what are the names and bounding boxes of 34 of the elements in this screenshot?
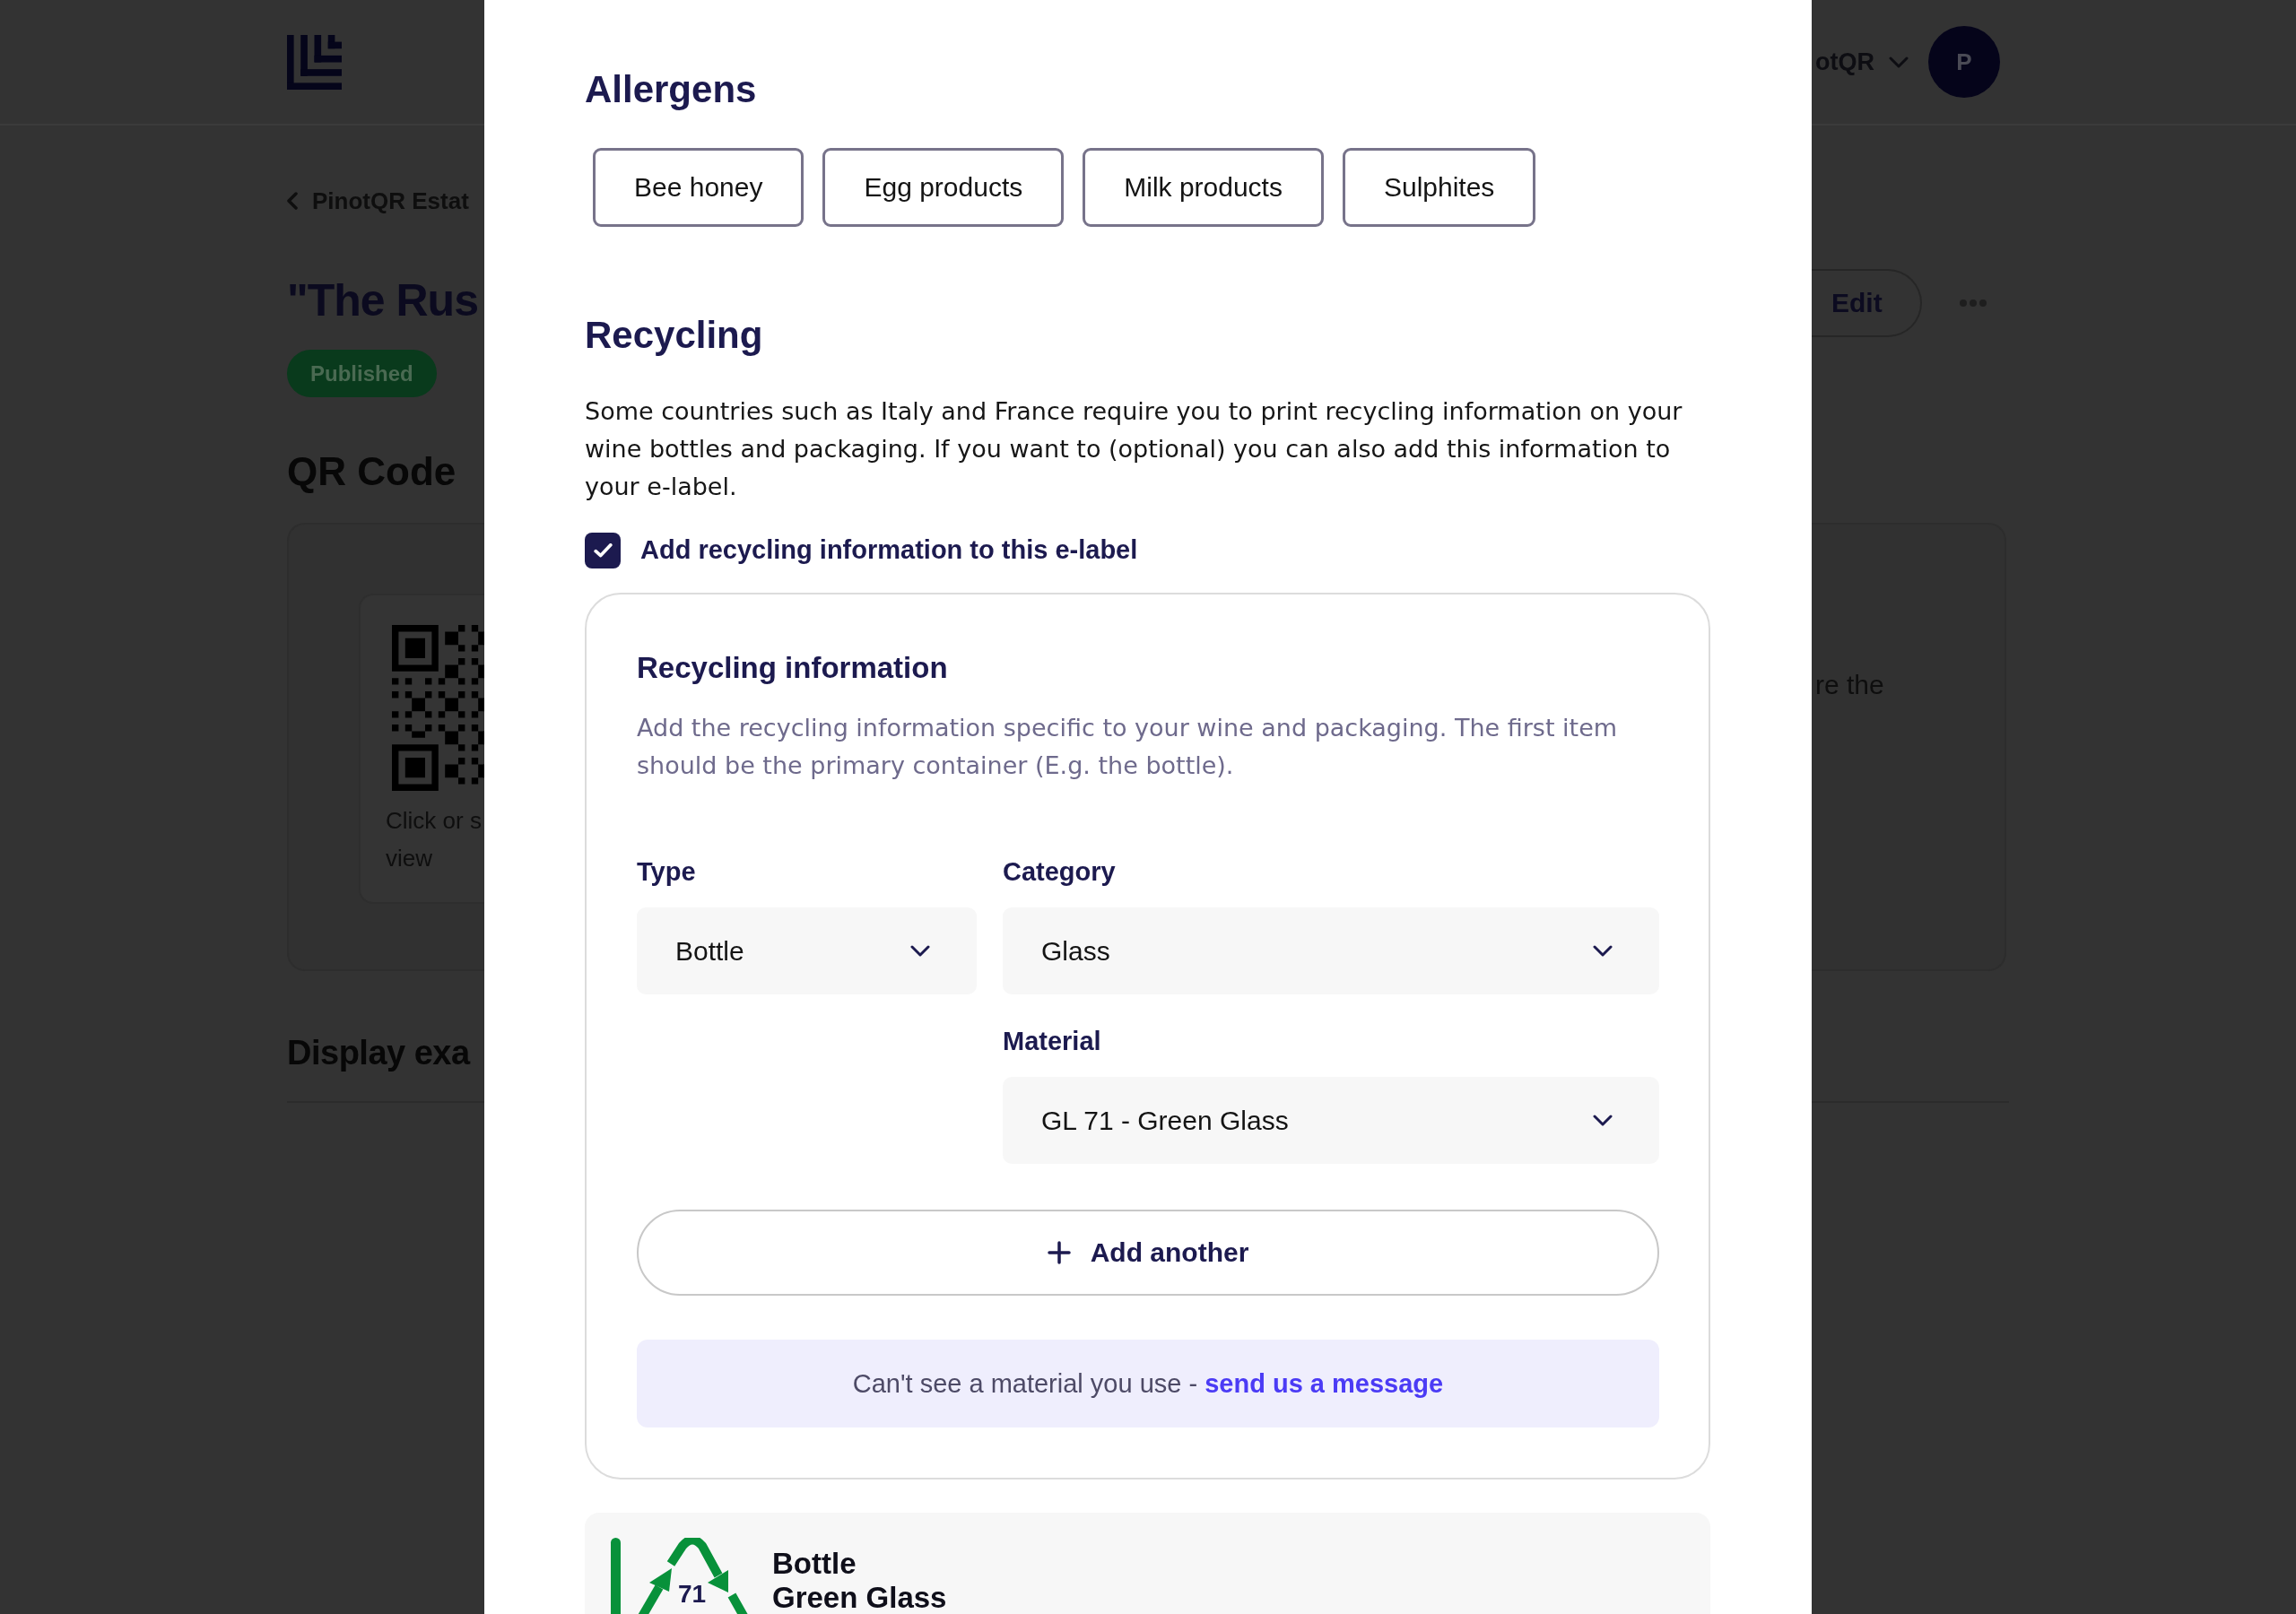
status-badge: Published: [287, 350, 437, 397]
chevron-down-icon: [910, 945, 930, 957]
chevron-down-icon: [1593, 945, 1613, 957]
card-description: Add the recycling information specific to your wine and packaging. The first item should be the primary container (E.g. the bottle).: [637, 713, 1619, 781]
chevron-down-icon: [1593, 1115, 1613, 1126]
send-message-link[interactable]: send us a message: [1205, 1368, 1444, 1398]
field-label: Material: [1003, 1026, 1101, 1057]
checkmark-icon: [593, 542, 613, 558]
recycling-icon: [637, 1538, 748, 1614]
add-another-button[interactable]: Add another: [637, 1210, 1659, 1296]
section-heading: Recycling: [585, 314, 763, 357]
notice-text: Can't see a material you use - send us a message: [852, 1368, 1444, 1399]
field-label: Category: [1003, 856, 1116, 888]
chevron-down-icon: [1889, 56, 1909, 68]
recycling-description: Some countries such as Italy and France require you to print recycling information on your wine bottles and packaging. If you want to (optional) you can also add this information to your e-label.: [585, 396, 1683, 502]
section-heading: Allergens: [585, 68, 757, 111]
recycling-code: 71: [678, 1582, 707, 1607]
card-title: Recycling information: [637, 650, 948, 686]
plus-icon: [1047, 1241, 1071, 1264]
chevron-left-icon: [287, 192, 298, 210]
checkbox[interactable]: [585, 532, 621, 568]
field-label: Type: [637, 856, 696, 888]
preview-type: Bottle: [772, 1547, 857, 1581]
checkbox-label[interactable]: Add recycling information to this e-label: [640, 535, 1138, 565]
select-field[interactable]: Glass: [1003, 907, 1659, 994]
select-field[interactable]: GL 71 - Green Glass: [1003, 1077, 1659, 1164]
select-field[interactable]: Bottle: [637, 907, 977, 994]
preview-material: Green Glass: [772, 1581, 947, 1614]
allergen-tag[interactable]: Bee honey: [593, 148, 804, 227]
logo-icon[interactable]: [287, 34, 342, 90]
qr-code[interactable]: [392, 625, 484, 791]
allergen-tag[interactable]: Egg products: [822, 148, 1065, 227]
allergen-tag[interactable]: Milk products: [1083, 148, 1324, 227]
allergen-tag[interactable]: Sulphites: [1342, 148, 1536, 227]
